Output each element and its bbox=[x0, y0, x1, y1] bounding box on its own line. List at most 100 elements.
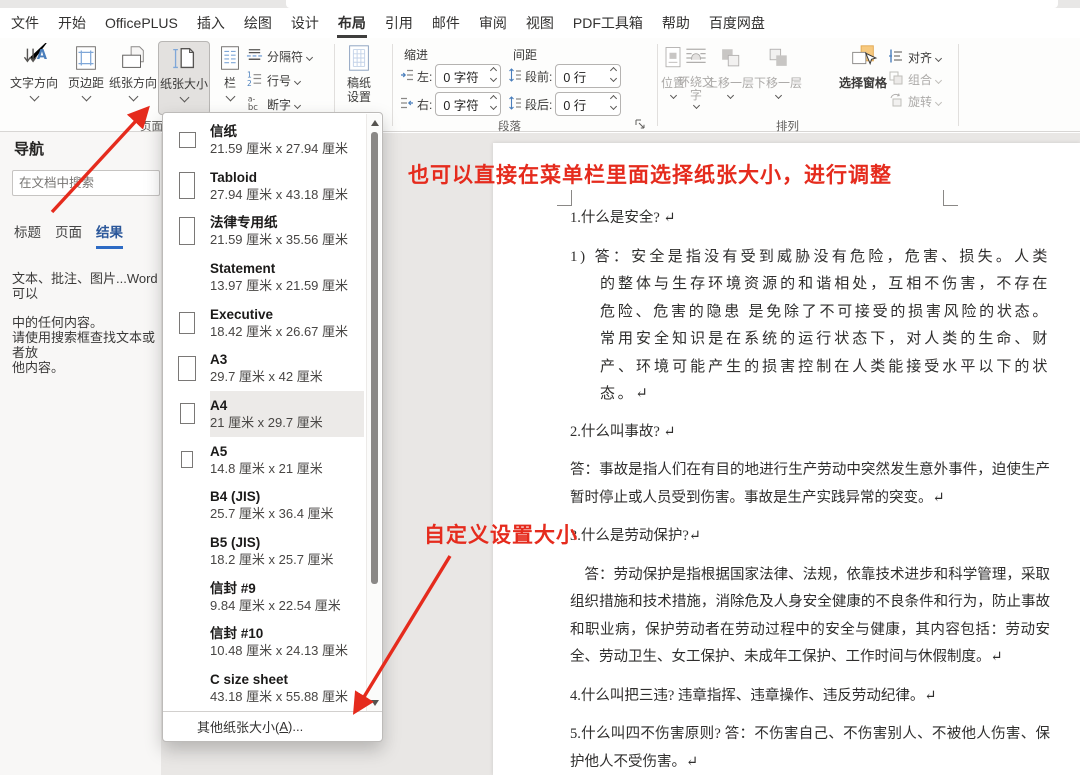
chevron-down-icon bbox=[293, 77, 302, 85]
send-backward-button[interactable]: 下移一层 bbox=[754, 42, 802, 114]
spinner-arrows[interactable] bbox=[610, 66, 618, 83]
bring-forward-icon bbox=[716, 42, 744, 74]
grid-settings-button[interactable]: 稿纸设置 bbox=[340, 42, 378, 114]
margins-label: 页边距 bbox=[67, 76, 104, 90]
ribbon-tab[interactable]: PDF工具箱 bbox=[572, 8, 644, 38]
ribbon-tab[interactable]: OfficePLUS bbox=[104, 8, 179, 38]
paper-preview-cell bbox=[164, 345, 210, 391]
ribbon-tab[interactable]: 审阅 bbox=[478, 8, 508, 38]
ribbon-tab[interactable]: 百度网盘 bbox=[708, 8, 766, 38]
paper-size-option[interactable]: A5 14.8 厘米 x 21 厘米 bbox=[164, 437, 364, 483]
ribbon-tab[interactable]: 文件 bbox=[10, 8, 40, 38]
ribbon-tab[interactable]: 布局 bbox=[336, 8, 367, 38]
paper-size-label: 纸张大小 bbox=[159, 77, 208, 91]
doc-paragraph: 3.什么是劳动保护?↵ bbox=[570, 528, 701, 544]
paper-size-option[interactable]: Executive 18.42 厘米 x 26.67 厘米 bbox=[164, 300, 364, 346]
orientation-icon bbox=[118, 42, 148, 74]
indent-left-input[interactable]: 0 字符 bbox=[435, 64, 502, 88]
document-text[interactable]: 1.什么是安全? ↵ 1) 答：安全是指没有受到威胁没有危险，危害、损失。人类的整… bbox=[570, 205, 1050, 775]
paper-size-list: 信纸 21.59 厘米 x 27.94 厘米 Tabloid 27.94 厘米 … bbox=[164, 117, 364, 711]
paper-size-name: A5 bbox=[210, 443, 228, 459]
chevron-down-icon bbox=[179, 92, 189, 103]
paper-size-option[interactable]: A4 21 厘米 x 29.7 厘米 bbox=[164, 391, 364, 437]
paper-size-dimensions: 25.7 厘米 x 36.4 厘米 bbox=[210, 506, 334, 522]
paper-preview-cell bbox=[164, 620, 210, 666]
paper-size-option[interactable]: Tabloid 27.94 厘米 x 43.18 厘米 bbox=[164, 163, 364, 209]
paper-size-dimensions: 14.8 厘米 x 21 厘米 bbox=[210, 460, 323, 476]
doc-paragraph: 1) 答：安全是指没有受到威胁没有危险，危害、损失。人类的整体与生存环境资源的和… bbox=[570, 248, 1050, 403]
paper-size-name: C size sheet bbox=[210, 672, 289, 688]
orientation-button[interactable]: 纸张方向 bbox=[108, 42, 158, 114]
align-button[interactable]: 对齐 bbox=[888, 48, 943, 68]
paper-size-option[interactable]: 信纸 21.59 厘米 x 27.94 厘米 bbox=[164, 117, 364, 163]
doc-paragraph: 5.什么叫四不伤害原则? 答：不伤害自己、不伤害别人、不被他人伤害、保护他人不受… bbox=[570, 726, 1050, 770]
ribbon-tab[interactable]: 邮件 bbox=[431, 8, 461, 38]
rotate-icon bbox=[888, 92, 904, 113]
text-direction-button[interactable]: A 文字方向 bbox=[6, 42, 62, 114]
doc-paragraph: 1.什么是安全? ↵ bbox=[570, 210, 676, 226]
paper-size-dropdown: 信纸 21.59 厘米 x 27.94 厘米 Tabloid 27.94 厘米 … bbox=[162, 112, 383, 742]
paper-size-option[interactable]: B4 (JIS) 25.7 厘米 x 36.4 厘米 bbox=[164, 483, 364, 529]
indent-left-value: 0 字符 bbox=[443, 70, 479, 85]
spacing-section-label: 间距 bbox=[513, 48, 538, 62]
paper-size-dimensions: 27.94 厘米 x 43.18 厘米 bbox=[210, 186, 349, 202]
ribbon-tab[interactable]: 插入 bbox=[196, 8, 226, 38]
scroll-up-icon[interactable] bbox=[371, 120, 379, 126]
ribbon-tab[interactable]: 帮助 bbox=[661, 8, 691, 38]
paragraph-dialog-launcher-icon[interactable] bbox=[634, 117, 646, 135]
paper-size-option[interactable]: 法律专用纸 21.59 厘米 x 35.56 厘米 bbox=[164, 208, 364, 254]
paper-size-dimensions: 13.97 厘米 x 21.59 厘米 bbox=[210, 277, 349, 293]
scroll-down-icon[interactable] bbox=[371, 700, 379, 706]
paper-size-option[interactable]: 信封 #10 10.48 厘米 x 24.13 厘米 bbox=[164, 620, 364, 666]
paper-size-dimensions: 9.84 厘米 x 22.54 厘米 bbox=[210, 597, 341, 613]
spacing-after-row: 段后: 0 行 bbox=[508, 92, 622, 116]
breaks-button[interactable]: 分隔符 bbox=[246, 46, 314, 68]
paper-size-option[interactable]: B5 (JIS) 18.2 厘米 x 25.7 厘米 bbox=[164, 528, 364, 574]
paper-preview-cell bbox=[164, 437, 210, 483]
document-page[interactable]: 1.什么是安全? ↵ 1) 答：安全是指没有受到威胁没有危险，危害、损失。人类的整… bbox=[493, 143, 1080, 775]
paper-size-option[interactable]: Statement 13.97 厘米 x 21.59 厘米 bbox=[164, 254, 364, 300]
spinner-arrows[interactable] bbox=[610, 94, 618, 111]
ribbon-tab[interactable]: 开始 bbox=[57, 8, 87, 38]
paper-size-option[interactable]: C size sheet 43.18 厘米 x 55.88 厘米 bbox=[164, 665, 364, 711]
chevron-down-icon bbox=[726, 91, 734, 100]
dropdown-scrollbar[interactable] bbox=[366, 114, 381, 712]
document-search-input[interactable] bbox=[12, 170, 160, 196]
more-paper-sizes-item[interactable]: 其他纸张大小(A)... bbox=[163, 711, 382, 741]
spacing-after-icon bbox=[508, 95, 522, 113]
line-numbers-label: 行号 bbox=[267, 74, 292, 88]
margins-button[interactable]: 页边距 bbox=[64, 42, 108, 114]
spinner-arrows[interactable] bbox=[490, 66, 498, 83]
spacing-before-label: 段前: bbox=[525, 69, 553, 84]
group-icon bbox=[888, 70, 904, 91]
navigation-tab[interactable]: 页面 bbox=[55, 221, 82, 249]
spinner-arrows[interactable] bbox=[490, 94, 498, 111]
ribbon-tab[interactable]: 视图 bbox=[525, 8, 555, 38]
ribbon-tab[interactable]: 绘图 bbox=[243, 8, 273, 38]
navigation-tab[interactable]: 标题 bbox=[14, 221, 41, 249]
ribbon-tab[interactable]: 引用 bbox=[384, 8, 414, 38]
spacing-before-icon bbox=[508, 67, 522, 85]
selection-pane-button[interactable]: 选择窗格 bbox=[834, 42, 892, 114]
paper-size-option[interactable]: 信封 #9 9.84 厘米 x 22.54 厘米 bbox=[164, 574, 364, 620]
navigation-pane: 导航 标题页面结果 文本、批注、图片...Word 可以中的任何内容。请使用搜索… bbox=[0, 125, 161, 775]
bring-forward-button[interactable]: 上移一层 bbox=[706, 42, 754, 114]
paper-preview-cell bbox=[164, 483, 210, 529]
spacing-before-input[interactable]: 0 行 bbox=[555, 64, 622, 88]
chevron-down-icon bbox=[934, 76, 943, 84]
indent-right-input[interactable]: 0 字符 bbox=[435, 92, 502, 116]
paper-size-option[interactable]: A3 29.7 厘米 x 42 厘米 bbox=[164, 345, 364, 391]
line-numbers-button[interactable]: 1 2 行号 bbox=[246, 70, 302, 92]
spacing-after-input[interactable]: 0 行 bbox=[555, 92, 622, 116]
scrollbar-thumb[interactable] bbox=[371, 132, 378, 584]
paper-preview-icon bbox=[179, 172, 195, 200]
rotate-button[interactable]: 旋转 bbox=[888, 92, 943, 113]
ribbon-tab[interactable]: 设计 bbox=[290, 8, 320, 38]
group-button[interactable]: 组合 bbox=[888, 70, 943, 91]
paper-preview-cell bbox=[164, 208, 210, 254]
paper-size-button[interactable]: 纸张大小 bbox=[158, 41, 210, 115]
columns-button[interactable]: 栏 bbox=[214, 42, 246, 114]
indent-section-label: 缩进 bbox=[404, 48, 429, 62]
navigation-tab[interactable]: 结果 bbox=[96, 221, 123, 249]
paper-size-name: Executive bbox=[210, 306, 274, 322]
